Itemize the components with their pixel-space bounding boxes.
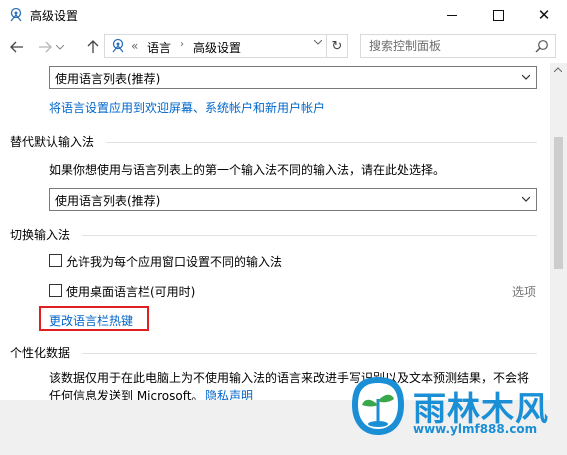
override-description: 如果你想使用与语言列表上的第一个输入法不同的输入法，请在此处选择。 xyxy=(49,163,446,177)
dropdown-value: 使用语言列表(推荐) xyxy=(55,194,161,208)
address-field[interactable]: « 语言 › 高级设置 xyxy=(104,34,327,58)
address-bar-row: « 语言 › 高级设置 ↻ xyxy=(0,30,567,63)
section-divider xyxy=(82,353,537,354)
maximize-button[interactable] xyxy=(475,0,521,30)
search-input[interactable] xyxy=(361,35,539,57)
title-bar: 高级设置 ✕ xyxy=(0,0,567,30)
back-arrow-icon xyxy=(10,41,23,53)
settings-content: 使用语言列表(推荐) 将语言设置应用到欢迎屏幕、系统帐户和新用户帐户 替代默认输… xyxy=(0,63,550,400)
search-box[interactable] xyxy=(360,34,556,58)
default-input-method-dropdown[interactable]: 使用语言列表(推荐) xyxy=(49,188,537,211)
forward-button[interactable] xyxy=(36,38,54,56)
breadcrumb-item-advanced[interactable]: 高级设置 xyxy=(193,39,241,56)
forward-arrow-icon xyxy=(39,41,52,53)
control-panel-icon xyxy=(10,7,22,22)
minimize-button[interactable] xyxy=(429,0,475,30)
refresh-button[interactable]: ↻ xyxy=(327,34,348,58)
personalization-text-line2: 任何信息发送到 Microsoft。 xyxy=(49,389,204,400)
personalization-data-heading: 个性化数据 xyxy=(10,346,71,360)
refresh-icon: ↻ xyxy=(331,38,343,54)
control-panel-icon xyxy=(112,38,124,53)
vertical-scrollbar[interactable] xyxy=(550,63,567,400)
back-button[interactable] xyxy=(8,38,26,56)
language-bar-options-link[interactable]: 选项 xyxy=(512,283,536,300)
breadcrumb-overflow[interactable]: « xyxy=(131,39,138,53)
close-icon: ✕ xyxy=(537,5,551,24)
address-dropdown-icon[interactable] xyxy=(314,40,322,45)
up-arrow-icon xyxy=(87,40,99,53)
up-button[interactable] xyxy=(84,38,102,56)
desktop-language-bar-label[interactable]: 使用桌面语言栏(可用时) xyxy=(66,283,195,300)
scrollbar-thumb[interactable] xyxy=(554,137,563,269)
breadcrumb-separator-icon[interactable]: › xyxy=(180,39,184,50)
per-app-input-method-label[interactable]: 允许我为每个应用窗口设置不同的输入法 xyxy=(66,253,282,270)
apply-to-welcome-screen-link[interactable]: 将语言设置应用到欢迎屏幕、系统帐户和新用户帐户 xyxy=(49,99,325,116)
chevron-down-icon xyxy=(522,74,530,80)
chevron-down-icon xyxy=(56,44,64,50)
desktop-language-bar-checkbox[interactable] xyxy=(49,284,62,297)
per-app-input-method-checkbox[interactable] xyxy=(49,254,62,267)
section-divider xyxy=(106,142,537,143)
search-icon xyxy=(535,40,548,53)
watermark-url: www.ylmf888.com xyxy=(413,422,538,436)
switch-input-method-heading: 切换输入法 xyxy=(10,228,71,242)
section-divider xyxy=(82,235,537,236)
override-input-method-heading: 替代默认输入法 xyxy=(10,135,95,149)
change-language-bar-hotkeys-link[interactable]: 更改语言栏热键 xyxy=(49,312,133,329)
maximize-icon xyxy=(492,9,504,21)
dropdown-value: 使用语言列表(推荐) xyxy=(55,72,161,86)
breadcrumb-item-language[interactable]: 语言 xyxy=(147,39,171,56)
close-button[interactable]: ✕ xyxy=(521,0,567,30)
watermark-logo-icon xyxy=(352,377,404,435)
privacy-statement-link[interactable]: 隐私声明 xyxy=(205,387,253,400)
minimize-icon xyxy=(447,14,457,16)
chevron-down-icon xyxy=(522,196,530,202)
welcome-language-dropdown[interactable]: 使用语言列表(推荐) xyxy=(49,66,537,89)
scroll-up-icon[interactable] xyxy=(554,67,562,72)
window-title: 高级设置 xyxy=(30,9,79,23)
recent-locations-button[interactable] xyxy=(55,38,65,56)
